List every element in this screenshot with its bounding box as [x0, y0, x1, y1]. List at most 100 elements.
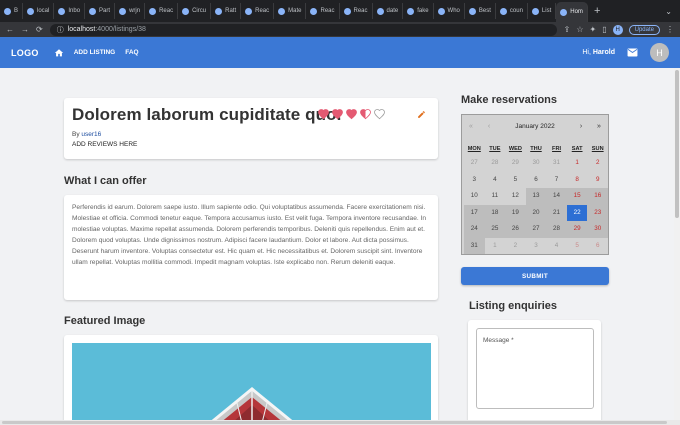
heart-half-icon[interactable]	[359, 108, 372, 120]
tab-label: Reac	[353, 8, 368, 14]
add-reviews-link[interactable]: ADD REVIEWS HERE	[72, 141, 137, 148]
calendar-day[interactable]: 29	[566, 221, 588, 238]
page-vertical-scrollbar[interactable]	[674, 68, 680, 425]
tab-favicon-icon	[343, 7, 351, 15]
calendar-day[interactable]: 14	[546, 188, 567, 205]
nav-link-faq[interactable]: FAQ	[125, 49, 138, 56]
browser-tab[interactable]: Inbo	[54, 3, 86, 19]
tab-search-icon[interactable]: ⌄	[665, 7, 680, 16]
tab-favicon-icon	[560, 8, 568, 16]
edit-icon[interactable]	[417, 110, 426, 119]
nav-link-add-listing[interactable]: ADD LISTING	[74, 49, 116, 56]
tab-label: fake	[417, 8, 429, 14]
featured-image-roof-graphic	[72, 343, 431, 425]
calendar-day[interactable]: 24	[464, 221, 485, 238]
update-button[interactable]: Update	[628, 24, 660, 35]
calendar-day-selected[interactable]: 22	[566, 204, 588, 221]
browser-tab-bar: Blocal Inbo Part wrjn Reac Circu Ratt Reac Mate R…	[0, 0, 680, 22]
prev-year-button[interactable]: «	[462, 123, 480, 130]
share-icon[interactable]: ⇪	[564, 25, 571, 34]
prev-month-button[interactable]: ‹	[480, 123, 498, 130]
calendar-day: 7	[554, 175, 559, 183]
browser-tab[interactable]: Who	[434, 3, 465, 19]
rating-hearts[interactable]	[317, 108, 386, 120]
forward-icon[interactable]: →	[21, 25, 29, 34]
offer-card: Perferendis id earum. Dolorem saepe iust…	[64, 195, 438, 300]
browser-tab[interactable]: fake	[403, 3, 434, 19]
browser-tab[interactable]: Circu	[178, 3, 212, 19]
tab-favicon-icon	[278, 7, 286, 15]
calendar-day[interactable]: 23	[587, 204, 608, 221]
calendar-day[interactable]: 17	[464, 204, 485, 221]
back-icon[interactable]: ←	[6, 25, 14, 34]
browser-tab[interactable]: Reac	[306, 3, 340, 19]
extensions-icon[interactable]: ✦	[590, 25, 597, 34]
next-month-button[interactable]: ›	[572, 123, 590, 130]
browser-tab[interactable]: List	[528, 3, 557, 19]
browser-tab[interactable]: Reac	[145, 3, 179, 19]
site-info-icon[interactable]: ⓘ	[57, 25, 64, 35]
browser-profile-avatar[interactable]: H	[612, 24, 623, 35]
vertical-scrollbar-thumb[interactable]	[675, 70, 679, 218]
tab-label: Best	[478, 8, 491, 14]
browser-tab[interactable]: Best	[465, 3, 496, 19]
browser-tab[interactable]: local	[23, 3, 55, 19]
browser-tab[interactable]: Ratt	[211, 3, 242, 19]
heart-filled-icon[interactable]	[331, 108, 344, 120]
calendar-month-label[interactable]: January 2022	[498, 123, 572, 130]
calendar-day[interactable]: 20	[525, 204, 547, 221]
url-path: :4000/listings/38	[95, 26, 146, 33]
heart-filled-icon[interactable]	[317, 108, 330, 120]
calendar-day[interactable]: 16	[587, 188, 608, 205]
calendar-weekday: TUE	[489, 146, 501, 152]
submit-button[interactable]: SUBMIT	[461, 267, 609, 285]
url-field[interactable]: ⓘ localhost:4000/listings/38	[49, 23, 557, 36]
sidebar-icon[interactable]: ▯	[602, 25, 606, 34]
browser-tab[interactable]: B	[0, 3, 24, 19]
calendar-day[interactable]: 28	[546, 221, 567, 238]
calendar-day: 9	[595, 175, 600, 183]
calendar-day[interactable]: 25	[484, 221, 506, 238]
horizontal-scrollbar-thumb[interactable]	[2, 421, 667, 424]
user-greeting: Hi, Harold	[582, 49, 615, 56]
browser-menu-icon[interactable]: ⋮	[666, 25, 674, 34]
offer-description: Perferendis id earum. Dolorem saepe iust…	[72, 204, 427, 267]
tab-label: Inbo	[68, 8, 81, 14]
user-avatar[interactable]: H	[650, 43, 669, 62]
browser-tab[interactable]: Reac	[241, 3, 275, 19]
tab-favicon-icon	[89, 7, 97, 15]
calendar-day[interactable]: 31	[464, 237, 485, 254]
author-link[interactable]: user16	[81, 131, 101, 138]
next-year-button[interactable]: »	[590, 123, 608, 130]
calendar-day[interactable]: 30	[587, 221, 608, 238]
tab-label: wrjn	[129, 8, 141, 14]
browser-tab[interactable]: coun	[496, 3, 528, 19]
calendar-day[interactable]: 19	[505, 204, 526, 221]
heart-empty-icon[interactable]	[373, 108, 386, 120]
calendar-day[interactable]: 18	[484, 204, 506, 221]
reload-icon[interactable]: ⟳	[36, 25, 43, 34]
browser-tab[interactable]: Part	[85, 3, 116, 19]
browser-tab[interactable]: Mate	[274, 3, 307, 19]
calendar-day[interactable]: 27	[525, 221, 547, 238]
browser-tab[interactable]: Reac	[340, 3, 373, 19]
calendar-day[interactable]: 15	[566, 188, 588, 205]
browser-tab[interactable]: wrjn	[115, 3, 146, 19]
browser-tab[interactable]: Hom	[556, 2, 588, 22]
new-tab-button[interactable]: +	[588, 5, 606, 17]
bookmark-star-icon[interactable]: ☆	[576, 25, 583, 34]
tab-favicon-icon	[4, 7, 11, 15]
browser-tab[interactable]: date	[373, 3, 404, 19]
logo[interactable]: LOGO	[11, 48, 39, 58]
tab-favicon-icon	[407, 7, 415, 15]
heart-filled-icon[interactable]	[345, 108, 358, 120]
mail-icon[interactable]	[627, 48, 638, 57]
calendar-day[interactable]: 21	[546, 204, 567, 221]
page-horizontal-scrollbar[interactable]	[0, 420, 680, 425]
tab-favicon-icon	[182, 7, 190, 15]
enquiries-heading: Listing enquiries	[469, 300, 558, 312]
calendar-day[interactable]: 26	[505, 221, 526, 238]
home-icon[interactable]	[54, 48, 64, 58]
calendar-day[interactable]: 13	[525, 188, 547, 205]
message-field[interactable]: Message *	[476, 328, 594, 409]
